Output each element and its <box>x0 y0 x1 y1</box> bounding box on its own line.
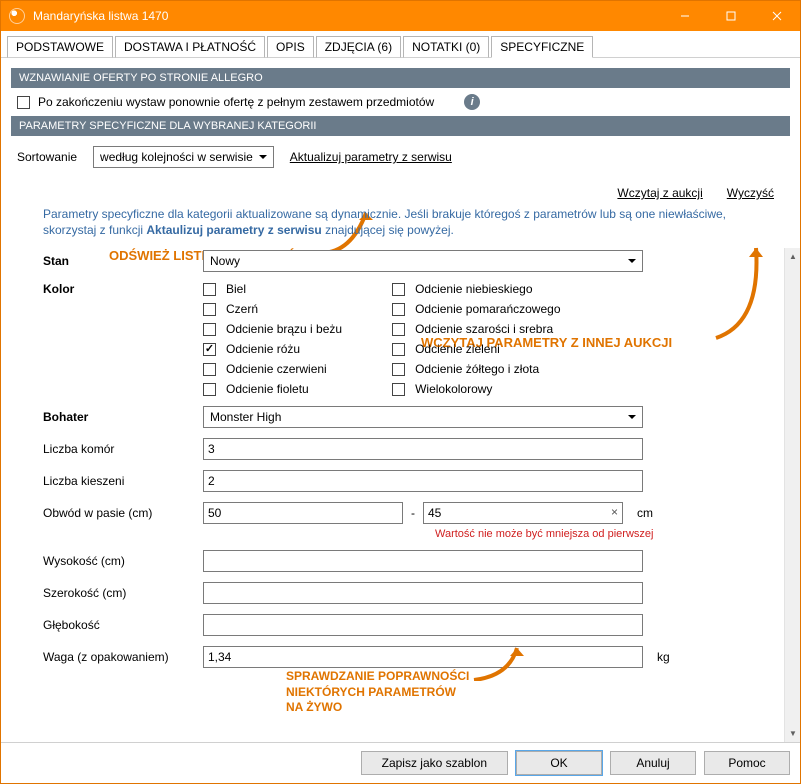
annotation-validate: SPRAWDZANIE POPRAWNOŚCI NIEKTÓRYCH PARAM… <box>286 669 469 716</box>
wys-input[interactable] <box>203 550 643 572</box>
color-checkbox[interactable] <box>392 303 405 316</box>
color-checkbox[interactable] <box>203 383 216 396</box>
color-option[interactable]: Odcienie fioletu <box>203 382 342 396</box>
tab-1[interactable]: DOSTAWA I PŁATNOŚĆ <box>115 36 265 58</box>
minimize-button[interactable] <box>662 1 708 31</box>
obwod-to-input[interactable] <box>423 502 623 524</box>
color-label: Odcienie różu <box>226 342 300 356</box>
color-option[interactable]: Odcienie szarości i srebra <box>392 322 560 336</box>
maximize-button[interactable] <box>708 1 754 31</box>
label-waga: Waga (z opakowaniem) <box>43 650 203 664</box>
color-option[interactable]: Odcienie pomarańczowego <box>392 302 560 316</box>
color-checkbox[interactable] <box>203 343 216 356</box>
scroll-up-icon[interactable]: ▲ <box>785 248 801 265</box>
tab-5[interactable]: SPECYFICZNE <box>491 36 593 58</box>
color-checkbox[interactable] <box>203 283 216 296</box>
color-option[interactable]: Czerń <box>203 302 342 316</box>
color-checkbox[interactable] <box>392 383 405 396</box>
color-checkbox[interactable] <box>203 323 216 336</box>
clear-input-icon[interactable]: × <box>611 505 618 519</box>
color-label: Odcienie brązu i beżu <box>226 322 342 336</box>
content: WZNAWIANIE OFERTY PO STRONIE ALLEGRO Po … <box>1 58 800 742</box>
color-checkbox[interactable] <box>392 363 405 376</box>
refresh-params-link[interactable]: Aktualizuj parametry z serwisu <box>290 150 452 164</box>
color-label: Odcienie czerwieni <box>226 362 327 376</box>
label-kolor: Kolor <box>43 282 203 296</box>
app-logo-icon <box>9 8 25 24</box>
color-label: Odcienie pomarańczowego <box>415 302 560 316</box>
color-checkbox[interactable] <box>392 283 405 296</box>
close-button[interactable] <box>754 1 800 31</box>
clear-link[interactable]: Wyczyść <box>727 186 774 200</box>
dialog-footer: Zapisz jako szablon OK Anuluj Pomoc <box>1 742 800 783</box>
window-title: Mandaryńska listwa 1470 <box>33 9 662 23</box>
vertical-scrollbar[interactable]: ▲ ▼ <box>784 248 800 742</box>
tab-3[interactable]: ZDJĘCIA (6) <box>316 36 401 58</box>
renew-checkbox[interactable] <box>17 96 30 109</box>
section-header-params: PARAMETRY SPECYFICZNE DLA WYBRANEJ KATEG… <box>11 116 790 136</box>
color-label: Odcienie niebieskiego <box>415 282 532 296</box>
color-option[interactable]: Odcienie żółtego i złota <box>392 362 560 376</box>
tab-4[interactable]: NOTATKI (0) <box>403 36 489 58</box>
color-option[interactable]: Odcienie brązu i beżu <box>203 322 342 336</box>
obwod-from-input[interactable] <box>203 502 403 524</box>
app-window: Mandaryńska listwa 1470 PODSTAWOWEDOSTAW… <box>0 0 801 784</box>
sort-select[interactable]: według kolejności w serwisie <box>93 146 274 168</box>
tabs-bar: PODSTAWOWEDOSTAWA I PŁATNOŚĆOPISZDJĘCIA … <box>1 31 800 58</box>
label-stan: Stan <box>43 254 203 268</box>
color-label: Odcienie fioletu <box>226 382 309 396</box>
color-checkbox[interactable] <box>392 343 405 356</box>
color-option[interactable]: Odcienie czerwieni <box>203 362 342 376</box>
waga-unit: kg <box>657 650 670 664</box>
color-option[interactable]: Odcienie różu <box>203 342 342 356</box>
color-label: Odcienie zieleni <box>415 342 500 356</box>
color-label: Biel <box>226 282 246 296</box>
section-header-renew: WZNAWIANIE OFERTY PO STRONIE ALLEGRO <box>11 68 790 88</box>
color-label: Odcienie szarości i srebra <box>415 322 553 336</box>
color-option[interactable]: Odcienie zieleni <box>392 342 560 356</box>
save-template-button[interactable]: Zapisz jako szablon <box>361 751 508 775</box>
sort-label: Sortowanie <box>17 150 77 164</box>
gleb-input[interactable] <box>203 614 643 636</box>
load-from-auction-link[interactable]: Wczytaj z aukcji <box>617 186 702 200</box>
color-label: Czerń <box>226 302 258 316</box>
label-gleb: Głębokość <box>43 618 203 632</box>
cancel-button[interactable]: Anuluj <box>610 751 696 775</box>
help-button[interactable]: Pomoc <box>704 751 790 775</box>
tab-2[interactable]: OPIS <box>267 36 314 58</box>
ok-button[interactable]: OK <box>516 751 602 775</box>
color-option[interactable]: Wielokolorowy <box>392 382 560 396</box>
color-label: Wielokolorowy <box>415 382 492 396</box>
bohater-select[interactable]: Monster High <box>203 406 643 428</box>
waga-input[interactable] <box>203 646 643 668</box>
color-option[interactable]: Odcienie niebieskiego <box>392 282 560 296</box>
label-wys: Wysokość (cm) <box>43 554 203 568</box>
scroll-down-icon[interactable]: ▼ <box>785 725 801 742</box>
tab-0[interactable]: PODSTAWOWE <box>7 36 113 58</box>
label-bohater: Bohater <box>43 410 203 424</box>
params-description: Parametry specyficzne dla kategorii aktu… <box>43 206 756 238</box>
color-label: Odcienie żółtego i złota <box>415 362 539 376</box>
komor-input[interactable] <box>203 438 643 460</box>
color-checkbox[interactable] <box>203 303 216 316</box>
label-szer: Szerokość (cm) <box>43 586 203 600</box>
color-checkbox[interactable] <box>203 363 216 376</box>
label-komor: Liczba komór <box>43 442 203 456</box>
label-kiesz: Liczba kieszeni <box>43 474 203 488</box>
color-option[interactable]: Biel <box>203 282 342 296</box>
obwod-error: Wartość nie może być mniejsza od pierwsz… <box>435 528 653 540</box>
renew-checkbox-label: Po zakończeniu wystaw ponownie ofertę z … <box>38 95 434 109</box>
stan-select[interactable]: Nowy <box>203 250 643 272</box>
obwod-unit: cm <box>637 506 653 520</box>
color-checkbox[interactable] <box>392 323 405 336</box>
kiesz-input[interactable] <box>203 470 643 492</box>
szer-input[interactable] <box>203 582 643 604</box>
titlebar: Mandaryńska listwa 1470 <box>1 1 800 31</box>
label-obwod: Obwód w pasie (cm) <box>43 506 203 520</box>
info-icon[interactable]: i <box>464 94 480 110</box>
